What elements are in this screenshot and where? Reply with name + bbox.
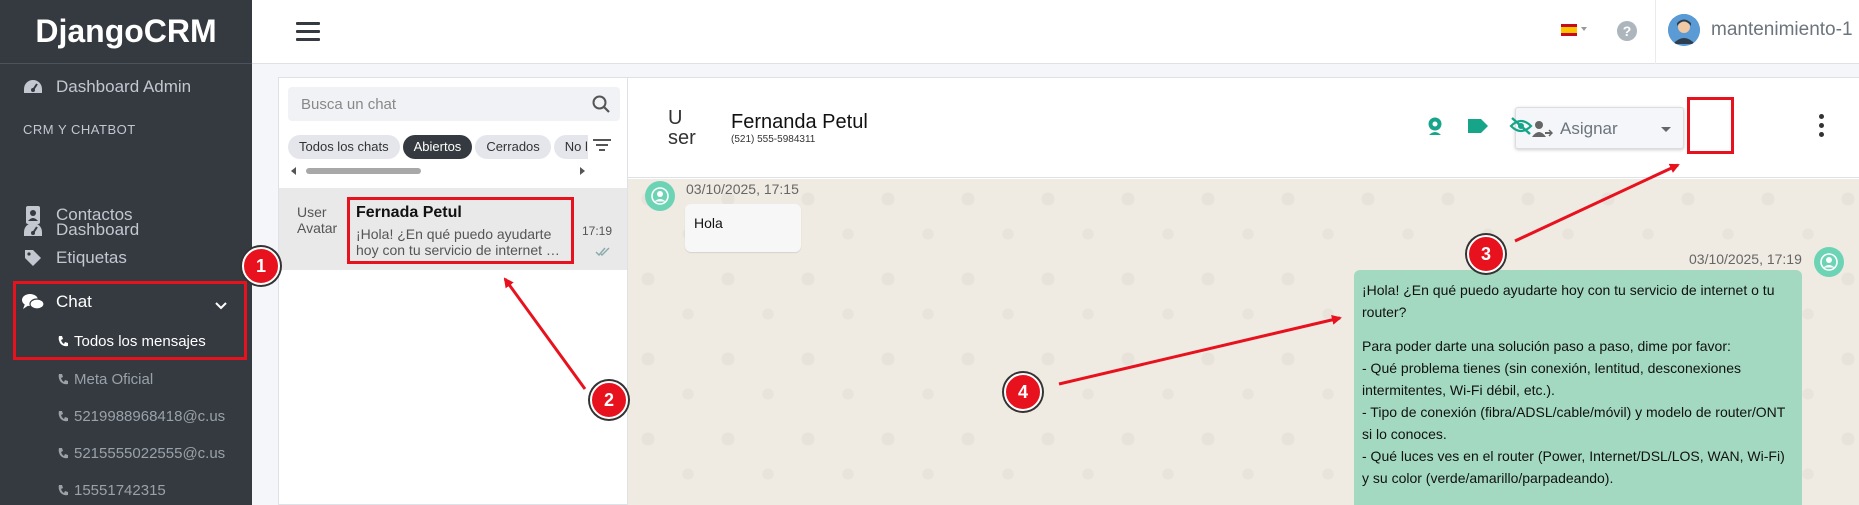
message-line: router? — [1362, 304, 1407, 320]
chat-filter-chips: Todos los chatsAbiertosCerradosNo leídos — [288, 135, 588, 159]
nav-contactos-row[interactable]: Contactos — [0, 204, 252, 226]
chat-messages[interactable]: 03/10/2025, 17:15 Hola 03/10/2025, 17:19… — [628, 179, 1859, 505]
filter-todos[interactable]: Todos los chats — [288, 135, 400, 159]
contact-avatar: U ser — [668, 108, 708, 148]
chat-header: U ser Fernanda Petul (521) 555-5984311 A… — [628, 78, 1859, 178]
phone-volume-icon — [57, 447, 69, 461]
avatar-alt-text: U — [668, 107, 683, 129]
incoming-avatar-icon — [645, 181, 675, 211]
brand-logo[interactable]: DjangoCRM — [0, 0, 252, 64]
search-icon[interactable] — [592, 95, 610, 118]
annotation-box-conversation — [347, 197, 574, 264]
outgoing-message: ¡Hola! ¿En qué puedo ayudarte hoy con tu… — [1354, 270, 1802, 505]
help-icon[interactable]: ? — [1617, 21, 1637, 41]
annotation-badge-2: 2 — [590, 381, 628, 419]
address-book-icon — [22, 204, 44, 226]
user-avatar[interactable] — [1668, 14, 1700, 46]
scroll-thumb[interactable] — [306, 168, 421, 174]
annotation-badge-4: 4 — [1004, 373, 1042, 411]
nav-dashboard-admin[interactable]: Dashboard Admin — [0, 76, 252, 98]
phone-volume-icon — [57, 484, 69, 498]
filter-abiertos[interactable]: Abiertos — [402, 135, 473, 159]
sidebar: DjangoCRM Dashboard Admin CRM Y CHATBOT … — [0, 0, 252, 505]
chips-scrollbar[interactable] — [288, 165, 588, 177]
avatar-alt-text: Avatar — [297, 220, 338, 236]
chat-search-input[interactable] — [288, 87, 578, 121]
nav-sub-label: 5219988968418@c.us — [74, 408, 226, 425]
nav-label: Etiquetas — [56, 248, 127, 267]
message-line: - Tipo de conexión (fibra/ADSL/cable/móv… — [1362, 404, 1786, 420]
incoming-message: Hola — [685, 204, 801, 252]
avatar-alt-text: ser — [668, 127, 696, 149]
nav-sub-label: Meta Oficial — [74, 371, 154, 388]
language-caret-icon[interactable] — [1581, 27, 1587, 31]
agent-icon[interactable] — [1424, 115, 1446, 137]
message-line: - Qué problema tienes (sin conexión, len… — [1362, 360, 1741, 376]
chat-list-panel: Todos los chatsAbiertosCerradosNo leídos… — [278, 77, 628, 505]
annotation-badge-1: 1 — [242, 247, 280, 285]
nav-sub-label: 15551742315 — [74, 482, 166, 499]
contact-phone: (521) 555-5984311 — [731, 134, 816, 145]
annotation-badge-3: 3 — [1467, 235, 1505, 273]
tachometer-icon — [22, 76, 44, 98]
nav-sub-label: 5215555022555@c.us — [74, 445, 226, 462]
tag-icon — [22, 247, 44, 269]
annotation-box-agent-icon — [1687, 97, 1734, 154]
scroll-left-arrow-icon[interactable] — [291, 167, 296, 175]
nav-sub-session-2[interactable]: 5215555022555@c.us — [57, 445, 225, 462]
conversation-avatar: User Avatar — [297, 204, 345, 236]
eye-slash-icon[interactable] — [1509, 116, 1533, 136]
contact-name: Fernanda Petul — [731, 111, 868, 133]
nav-sub-session-1[interactable]: 5219988968418@c.us — [57, 408, 225, 425]
outgoing-time: 03/10/2025, 17:19 — [1689, 251, 1802, 267]
nav-etiquetas[interactable]: Etiquetas — [0, 247, 252, 269]
divider — [1655, 0, 1656, 64]
tag-icon[interactable] — [1467, 118, 1489, 134]
hamburger-menu-icon[interactable] — [296, 22, 320, 42]
message-line: intermitentes, Wi-Fi débil, etc.). — [1362, 382, 1555, 398]
message-line: si lo conoces. — [1362, 426, 1447, 442]
chat-search — [288, 87, 620, 121]
message-line: Para poder darte una solución paso a pas… — [1362, 338, 1731, 354]
assign-label: Asignar — [1560, 119, 1618, 138]
spain-flag-icon[interactable] — [1561, 23, 1577, 36]
nav-sub-meta-oficial[interactable]: Meta Oficial — [57, 371, 153, 388]
message-line: - Qué luces ves en el router (Power, Int… — [1362, 448, 1785, 464]
top-navbar: ? mantenimiento-1 — [252, 0, 1859, 64]
filter-sort-icon[interactable] — [593, 138, 611, 157]
phone-volume-icon — [57, 410, 69, 424]
scroll-right-arrow-icon[interactable] — [580, 167, 585, 175]
chat-window: U ser Fernanda Petul (521) 555-5984311 A… — [628, 77, 1859, 505]
incoming-time: 03/10/2025, 17:15 — [686, 181, 799, 197]
filter-no-leidos[interactable]: No leídos — [553, 135, 588, 159]
nav-sub-session-3[interactable]: 15551742315 — [57, 482, 166, 499]
message-line: ¡Hola! ¿En qué puedo ayudarte hoy con tu… — [1362, 282, 1775, 298]
assign-dropdown[interactable]: Asignar — [1515, 107, 1684, 149]
user-name[interactable]: mantenimiento-1 — [1711, 19, 1853, 41]
avatar-alt-text: User — [297, 204, 327, 220]
annotation-box-chat-menu — [13, 281, 247, 360]
double-check-icon — [595, 243, 611, 261]
filter-cerrados[interactable]: Cerrados — [475, 135, 551, 159]
more-options-icon[interactable] — [1819, 114, 1824, 141]
message-line: y su color (verde/amarillo/parpadeando). — [1362, 470, 1614, 486]
caret-down-icon — [1661, 127, 1671, 132]
nav-label: Contactos — [56, 205, 133, 224]
nav-section-header: CRM Y CHATBOT — [23, 122, 136, 137]
conversation-time: 17:19 — [582, 224, 613, 238]
nav-label: Dashboard Admin — [56, 77, 192, 96]
outgoing-avatar-icon — [1814, 247, 1844, 277]
phone-volume-icon — [57, 373, 69, 387]
user-assign-icon — [1531, 120, 1554, 143]
